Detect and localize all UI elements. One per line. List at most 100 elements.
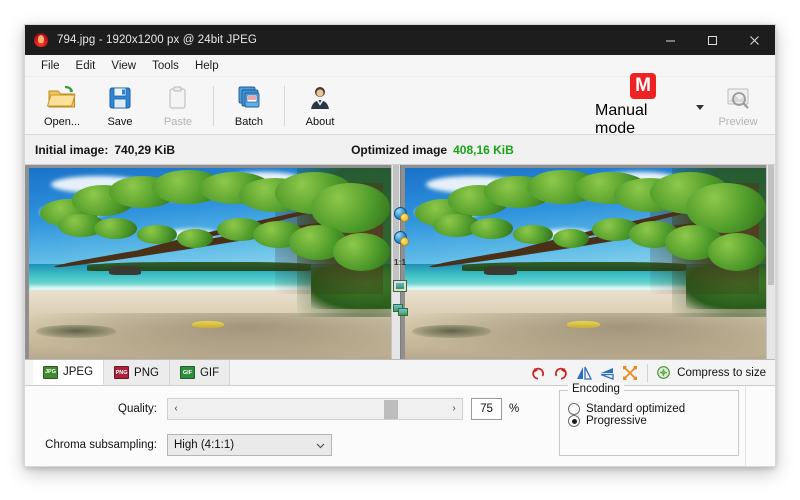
paste-button: Paste (149, 79, 207, 133)
quality-slider-thumb[interactable] (384, 400, 398, 419)
optimized-image-pane[interactable] (400, 165, 775, 359)
resize-icon[interactable] (622, 365, 638, 381)
encoding-groupbox: Encoding Standard optimized Progressive (559, 383, 739, 456)
tab-jpeg[interactable]: JPG JPEG (33, 360, 105, 385)
manual-mode-label: Manual mode (595, 102, 648, 137)
chevron-down-icon (316, 441, 325, 450)
optimized-pane-scrollbar[interactable] (766, 165, 775, 359)
zoom-in-icon[interactable] (391, 205, 409, 222)
batch-button-label: Batch (234, 115, 264, 128)
menu-item-help[interactable]: Help (187, 58, 227, 74)
encoding-title: Encoding (568, 383, 624, 395)
menu-item-tools[interactable]: Tools (144, 58, 187, 74)
encoding-progressive-label: Progressive (586, 415, 647, 427)
preview-magnifier-icon (722, 84, 754, 114)
optimized-image-info: Optimized image 408,16 KiB (351, 143, 514, 157)
format-tabs-row: JPG JPEG PNG PNG GIF GIF Compress to siz… (25, 360, 775, 386)
zoom-controls: 1:1 (390, 205, 410, 318)
minimize-icon[interactable] (649, 25, 691, 55)
radio-progressive[interactable] (568, 415, 580, 427)
menu-item-view[interactable]: View (103, 58, 144, 74)
toolbar-right-group: M Manual mode Preview (595, 73, 767, 137)
chroma-row: Chroma subsampling: High (4:1:1) (25, 432, 545, 458)
title-bar: 794.jpg - 1920x1200 px @ 24bit JPEG (25, 25, 775, 55)
chroma-subsampling-value: High (4:1:1) (174, 439, 235, 451)
settings-right-edge (745, 386, 775, 466)
quality-row: Quality: ‹ › 75 % (25, 396, 545, 422)
fit-to-window-icon[interactable] (391, 277, 409, 294)
menu-item-edit[interactable]: Edit (68, 58, 104, 74)
flame-icon (33, 32, 49, 48)
actual-size-button[interactable]: 1:1 (391, 253, 409, 270)
preview-button: Preview (709, 79, 767, 133)
batch-stack-icon (233, 84, 265, 114)
jpeg-settings: Quality: ‹ › 75 % Chroma subsampling: Hi… (25, 396, 545, 466)
tab-jpeg-label: JPEG (63, 366, 94, 378)
quality-unit-label: % (509, 403, 520, 415)
flip-horizontal-icon[interactable] (576, 365, 593, 381)
radio-standard-optimized[interactable] (568, 403, 580, 415)
app-window: 794.jpg - 1920x1200 px @ 24bit JPEG File… (24, 24, 776, 467)
menu-bar: File Edit View Tools Help (25, 55, 775, 77)
zoom-out-icon[interactable] (391, 229, 409, 246)
save-button[interactable]: Save (91, 79, 149, 133)
image-tools-group: Compress to size (530, 360, 775, 385)
slider-increase-arrow[interactable]: › (446, 399, 462, 419)
flip-vertical-icon[interactable] (599, 365, 615, 381)
open-button-label: Open... (43, 115, 81, 128)
encoding-option-progressive[interactable]: Progressive (560, 415, 738, 427)
open-button[interactable]: Open... (33, 79, 91, 133)
menu-item-file[interactable]: File (33, 58, 68, 74)
compare-view-icon[interactable] (391, 301, 409, 318)
original-photo (29, 168, 391, 359)
manual-mode-button[interactable]: M Manual mode (595, 73, 691, 137)
manual-mode-badge: M (630, 73, 656, 99)
about-button[interactable]: About (291, 79, 349, 133)
toolbar: Open... Save Paste Batch About M Manual … (25, 73, 775, 137)
chroma-subsampling-select[interactable]: High (4:1:1) (167, 434, 332, 456)
actual-size-label: 1:1 (393, 256, 407, 267)
gif-icon: GIF (179, 366, 195, 379)
toolbar-separator-2 (284, 85, 285, 126)
chevron-down-icon[interactable] (693, 79, 707, 133)
jpeg-icon: JPG (43, 365, 58, 379)
scrollbar-thumb[interactable] (768, 165, 774, 286)
preview-button-label: Preview (718, 115, 758, 128)
compress-icon (656, 365, 672, 381)
optimized-photo (404, 168, 766, 359)
clipboard-paste-icon (162, 84, 194, 114)
open-folder-icon (46, 84, 78, 114)
rotate-left-icon[interactable] (530, 365, 546, 381)
settings-panel: Quality: ‹ › 75 % Chroma subsampling: Hi… (25, 383, 775, 466)
compress-to-size-label: Compress to size (677, 366, 766, 379)
window-title: 794.jpg - 1920x1200 px @ 24bit JPEG (57, 34, 257, 46)
initial-image-label: Initial image: (35, 142, 109, 157)
original-image-pane[interactable] (25, 165, 401, 359)
tab-png[interactable]: PNG PNG (104, 360, 170, 385)
optimized-image-size: 408,16 KiB (453, 142, 514, 157)
batch-button[interactable]: Batch (220, 79, 278, 133)
about-button-label: About (305, 115, 335, 128)
initial-image-info: Initial image: 740,29 KiB (35, 143, 175, 157)
maximize-icon[interactable] (691, 25, 733, 55)
close-icon[interactable] (733, 25, 775, 55)
quality-slider[interactable]: ‹ › (167, 398, 463, 420)
optimized-image-label: Optimized image (351, 142, 448, 157)
rotate-right-icon[interactable] (553, 365, 569, 381)
png-icon: PNG (114, 366, 130, 379)
image-comparison-area: 1:1 (25, 165, 775, 360)
floppy-disk-icon (104, 84, 136, 114)
compress-to-size-button[interactable]: Compress to size (647, 363, 766, 382)
quality-value-input[interactable]: 75 (471, 398, 502, 420)
toolbar-separator-1 (213, 85, 214, 126)
encoding-option-standard[interactable]: Standard optimized (560, 403, 738, 415)
info-bar: Initial image: 740,29 KiB Optimized imag… (25, 135, 775, 165)
encoding-standard-label: Standard optimized (586, 403, 686, 415)
window-controls (649, 25, 775, 55)
tab-gif-label: GIF (199, 366, 220, 379)
quality-label: Quality: (118, 403, 157, 415)
initial-image-size: 740,29 KiB (114, 142, 176, 157)
tab-gif[interactable]: GIF GIF (169, 360, 231, 385)
paste-button-label: Paste (163, 115, 193, 128)
slider-decrease-arrow[interactable]: ‹ (168, 399, 184, 419)
